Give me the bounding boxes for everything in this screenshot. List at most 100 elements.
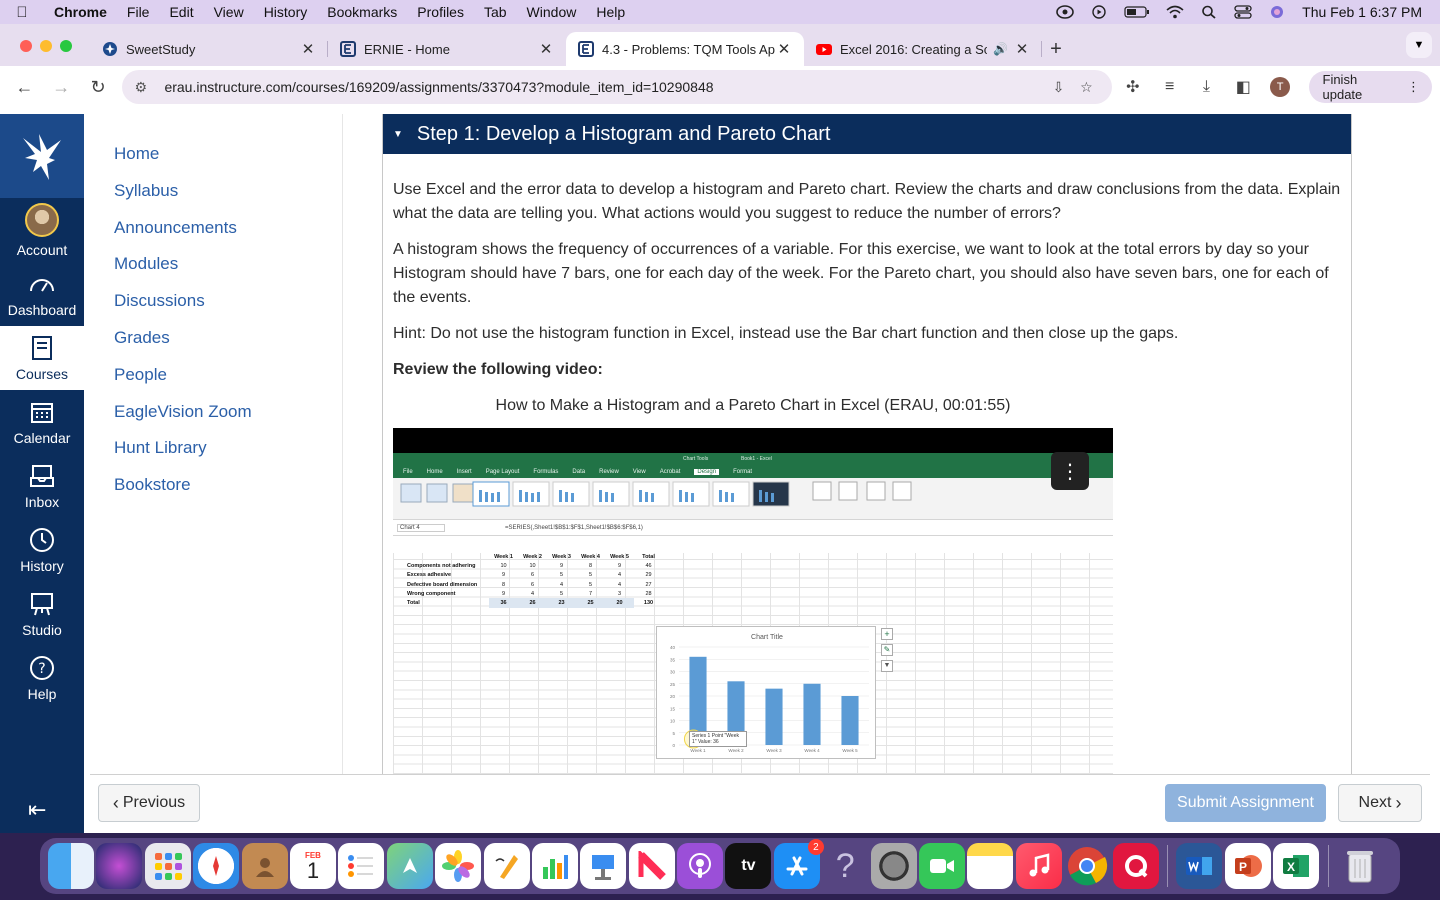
- minimize-window-button[interactable]: [40, 40, 52, 52]
- menu-history[interactable]: History: [254, 4, 318, 20]
- battery-icon[interactable]: [1124, 5, 1150, 19]
- trash-icon[interactable]: [1337, 843, 1383, 889]
- podcasts-icon[interactable]: [677, 843, 724, 889]
- help-icon[interactable]: ?: [822, 843, 868, 889]
- bookmark-star-icon[interactable]: ☆: [1072, 79, 1100, 96]
- new-tab-button[interactable]: +: [1042, 32, 1070, 66]
- zoom-window-button[interactable]: [60, 40, 72, 52]
- previous-button[interactable]: ‹ Previous: [98, 784, 200, 822]
- appletv-icon[interactable]: tv: [725, 843, 772, 889]
- course-nav-bookstore[interactable]: Bookstore: [84, 475, 342, 512]
- chart-filter-icon[interactable]: ▼: [881, 660, 893, 672]
- caret-down-icon[interactable]: ▼: [393, 129, 403, 140]
- menu-app-name[interactable]: Chrome: [44, 4, 117, 20]
- reminders-icon[interactable]: [338, 843, 385, 889]
- maps-icon[interactable]: [386, 843, 433, 889]
- course-nav-grades[interactable]: Grades: [84, 328, 342, 365]
- side-panel-icon[interactable]: ◧: [1227, 70, 1260, 104]
- calendar-icon[interactable]: FEB 1: [289, 843, 336, 889]
- finish-update-button[interactable]: Finish update ⋮: [1308, 71, 1433, 103]
- address-bar[interactable]: ⚙ erau.instructure.com/courses/169209/as…: [122, 70, 1113, 104]
- photos-icon[interactable]: [435, 843, 482, 889]
- chart-styles-brush-icon[interactable]: ✎: [881, 644, 893, 656]
- pages-icon[interactable]: [483, 843, 530, 889]
- course-nav-modules[interactable]: Modules: [84, 254, 342, 291]
- siri-icon[interactable]: [1268, 5, 1286, 19]
- course-nav-eaglevision-zoom[interactable]: EagleVision Zoom: [84, 402, 342, 439]
- nav-account[interactable]: Account: [0, 198, 84, 262]
- url-text[interactable]: erau.instructure.com/courses/169209/assi…: [164, 79, 1044, 95]
- nav-courses[interactable]: Courses: [0, 326, 84, 390]
- nav-dashboard[interactable]: Dashboard: [0, 262, 84, 326]
- erau-eagle-logo[interactable]: [0, 114, 84, 198]
- close-tab-icon[interactable]: ✕: [300, 40, 316, 58]
- nav-inbox[interactable]: Inbox: [0, 454, 84, 518]
- numbers-icon[interactable]: [531, 843, 578, 889]
- wifi-icon[interactable]: [1166, 5, 1184, 19]
- play-icon[interactable]: [1090, 5, 1108, 19]
- appstore-icon[interactable]: 2: [773, 839, 824, 889]
- nav-studio[interactable]: Studio: [0, 582, 84, 646]
- tab-search-chevron-icon[interactable]: ▼: [1406, 32, 1432, 58]
- tab-problems-tqm[interactable]: 4.3 - Problems: TQM Tools Ap ✕: [566, 32, 804, 66]
- step-header[interactable]: ▼ Step 1: Develop a Histogram and Pareto…: [383, 114, 1351, 154]
- apple-menu-icon[interactable]: : [0, 4, 44, 21]
- keynote-icon[interactable]: [580, 843, 627, 889]
- download-icon[interactable]: ⤓: [1190, 70, 1223, 104]
- nav-help[interactable]: ? Help: [0, 646, 84, 710]
- chart-elements-plus-icon[interactable]: +: [881, 628, 893, 640]
- finder-icon[interactable]: [48, 843, 94, 889]
- close-tab-icon[interactable]: ✕: [538, 40, 554, 58]
- next-button[interactable]: Next ›: [1338, 784, 1422, 822]
- close-tab-icon[interactable]: ✕: [776, 40, 792, 58]
- facetime-icon[interactable]: [919, 843, 966, 889]
- course-nav-syllabus[interactable]: Syllabus: [84, 181, 342, 218]
- close-tab-icon[interactable]: ✕: [1014, 40, 1030, 58]
- nav-history[interactable]: History: [0, 518, 84, 582]
- spotlight-search-icon[interactable]: [1200, 5, 1218, 19]
- install-app-icon[interactable]: ⇩: [1044, 79, 1072, 96]
- submit-assignment-button[interactable]: Submit Assignment: [1165, 784, 1326, 822]
- nav-calendar[interactable]: Calendar: [0, 390, 84, 454]
- launchpad-icon[interactable]: [144, 843, 191, 889]
- profile-avatar[interactable]: T: [1264, 70, 1297, 104]
- course-nav-people[interactable]: People: [84, 365, 342, 402]
- menu-help[interactable]: Help: [586, 4, 635, 20]
- course-nav-announcements[interactable]: Announcements: [84, 218, 342, 255]
- music-icon[interactable]: [1015, 843, 1062, 889]
- extensions-puzzle-icon[interactable]: ✣: [1116, 70, 1149, 104]
- chart-bar[interactable]: [803, 683, 821, 745]
- word-icon[interactable]: [1176, 843, 1223, 889]
- course-nav-home[interactable]: Home: [84, 144, 342, 181]
- chart-bar[interactable]: [841, 696, 859, 745]
- back-arrow-icon[interactable]: ←: [8, 70, 41, 104]
- quizlet-icon[interactable]: [1112, 843, 1159, 889]
- news-icon[interactable]: [628, 843, 675, 889]
- forward-arrow-icon[interactable]: →: [45, 70, 78, 104]
- creative-cloud-icon[interactable]: [1056, 5, 1074, 19]
- course-nav-discussions[interactable]: Discussions: [84, 291, 342, 328]
- collapse-nav-icon[interactable]: ⇤: [28, 797, 46, 823]
- video-more-options-icon[interactable]: ⋮: [1051, 452, 1089, 490]
- menu-view[interactable]: View: [204, 4, 254, 20]
- control-center-icon[interactable]: [1234, 5, 1252, 19]
- menu-tab[interactable]: Tab: [474, 4, 517, 20]
- menu-file[interactable]: File: [117, 4, 160, 20]
- tab-excel-youtube[interactable]: Excel 2016: Creating a Sc 🔊 ✕: [804, 32, 1042, 66]
- menu-bookmarks[interactable]: Bookmarks: [317, 4, 407, 20]
- safari-icon[interactable]: [193, 843, 240, 889]
- tab-ernie-home[interactable]: ERNIE - Home ✕: [328, 32, 566, 66]
- menu-window[interactable]: Window: [517, 4, 587, 20]
- menu-edit[interactable]: Edit: [159, 4, 203, 20]
- course-nav-hunt-library[interactable]: Hunt Library: [84, 438, 342, 475]
- powerpoint-icon[interactable]: P: [1224, 843, 1271, 889]
- speaker-icon[interactable]: 🔊: [993, 42, 1008, 56]
- menu-profiles[interactable]: Profiles: [407, 4, 474, 20]
- tab-sweetstudy[interactable]: SweetStudy ✕: [90, 32, 328, 66]
- contacts-icon[interactable]: [241, 843, 288, 889]
- notes-icon[interactable]: [967, 843, 1014, 889]
- settings-icon[interactable]: [870, 843, 917, 889]
- video-player[interactable]: Chart Tools Book1 - Excel File Home Inse…: [393, 428, 1113, 774]
- close-window-button[interactable]: [20, 40, 32, 52]
- siri-icon[interactable]: [96, 843, 143, 889]
